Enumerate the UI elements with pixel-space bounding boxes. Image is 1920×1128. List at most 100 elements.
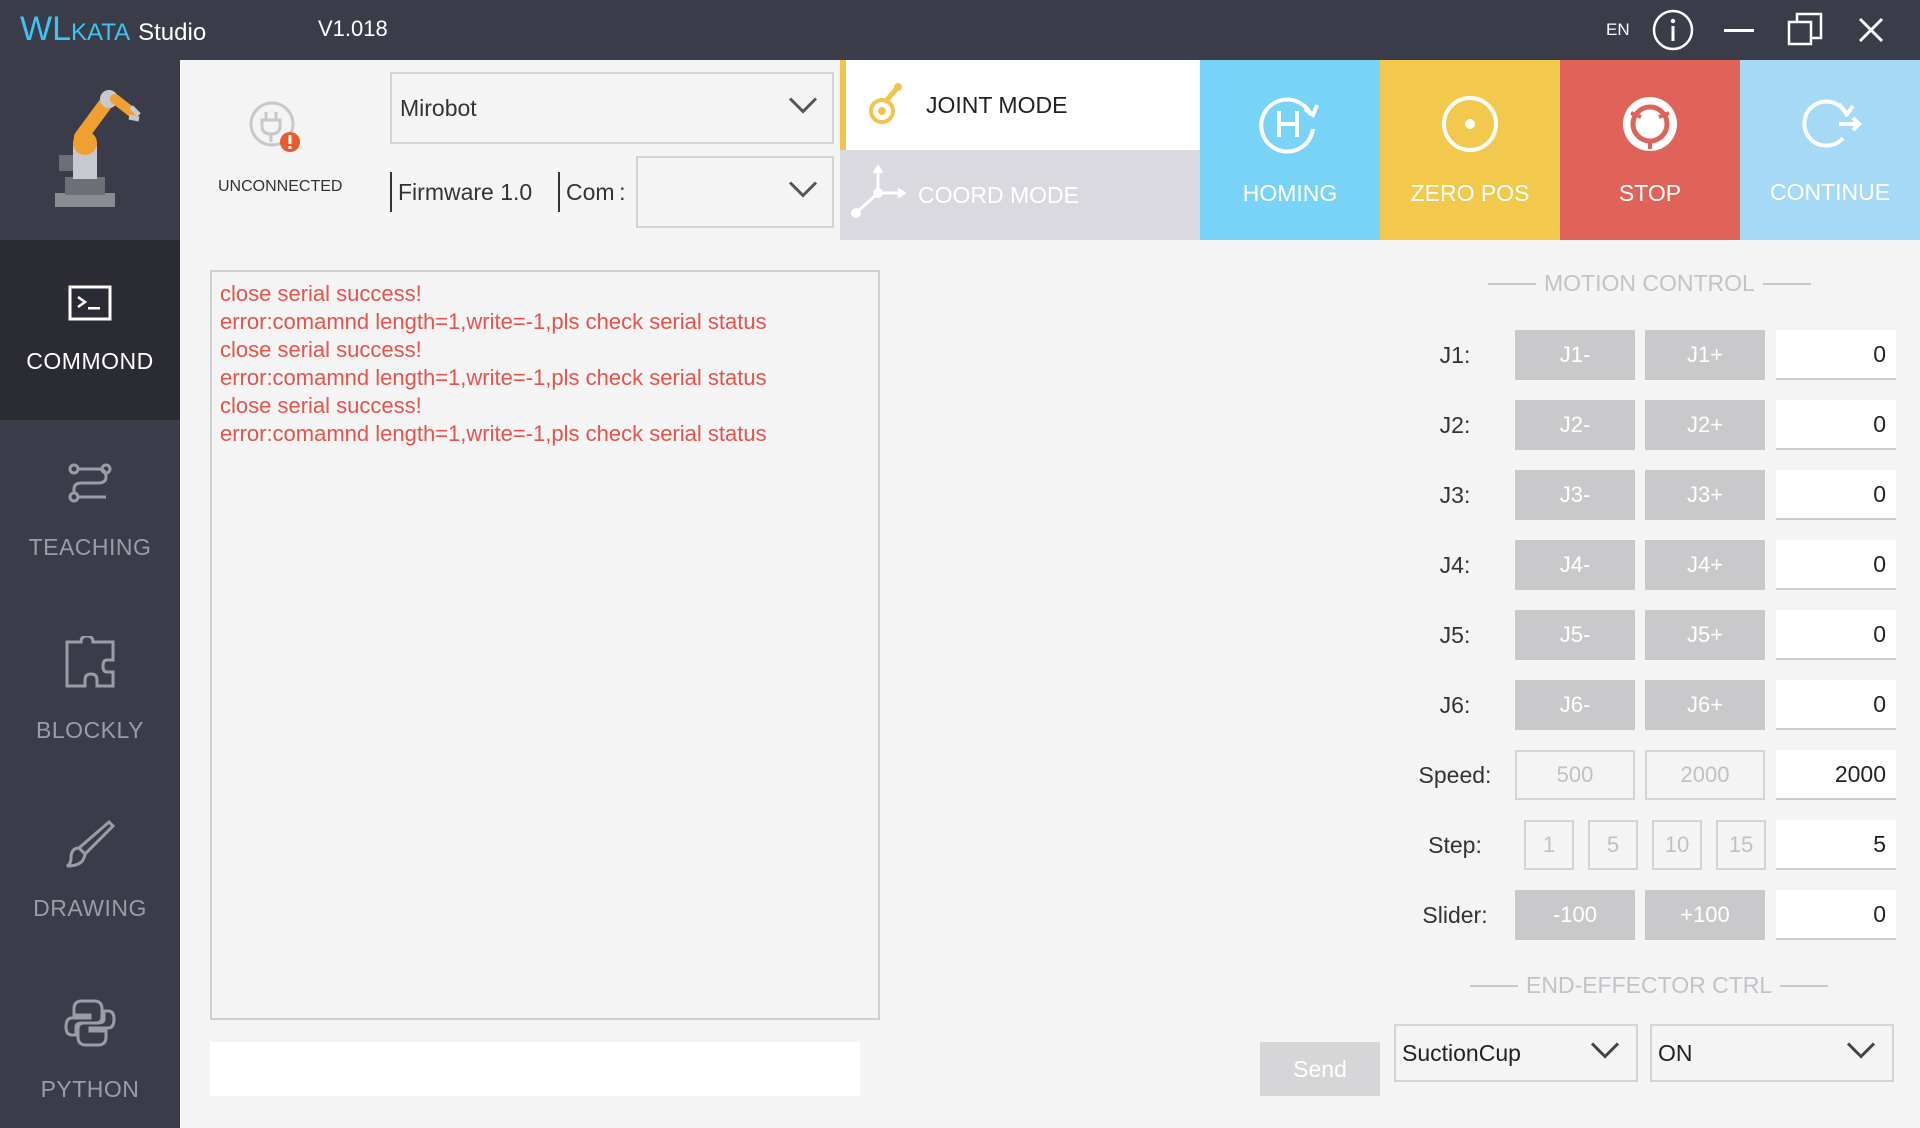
continue-label: CONTINUE <box>1769 179 1891 205</box>
terminal-icon <box>68 285 112 326</box>
zero-pos-label: ZERO POS <box>1410 180 1530 206</box>
j3-value[interactable]: 0 <box>1776 470 1896 520</box>
log-line: error:comamnd length=1,write=-1,pls chec… <box>220 309 767 334</box>
slider-plus-button[interactable]: +100 <box>1645 890 1765 940</box>
sidebar-item-commond[interactable]: COMMOND <box>0 240 180 420</box>
step-preset-10[interactable]: 10 <box>1652 820 1702 870</box>
speed-label: Speed: <box>1418 762 1492 788</box>
com-label: Com : <box>558 172 626 212</box>
joint-mode-label: JOINT MODE <box>926 91 1068 118</box>
info-icon[interactable] <box>1650 8 1696 52</box>
j4-value[interactable]: 0 <box>1776 540 1896 590</box>
app-logo: WL KATA Studio <box>20 10 206 50</box>
end-effector-label: END-EFFECTOR CTRL <box>1526 972 1773 998</box>
command-input[interactable] <box>210 1042 860 1096</box>
j3-plus-button[interactable]: J3+ <box>1645 470 1765 520</box>
coord-mode-tab[interactable]: COORD MODE <box>840 150 1200 240</box>
j4-minus-button[interactable]: J4- <box>1515 540 1635 590</box>
firmware-version: Firmware 1.0 <box>390 172 532 212</box>
homing-button[interactable]: HOMING <box>1200 60 1380 240</box>
title-bar: WL KATA Studio V1.018 EN <box>0 0 1920 60</box>
connection-status: UNCONNECTED <box>218 178 343 195</box>
logo-studio: Studio <box>138 19 207 46</box>
speed-preset-2000[interactable]: 2000 <box>1645 750 1765 800</box>
j5-minus-button[interactable]: J5- <box>1515 610 1635 660</box>
motion-control-title: MOTION CONTROL <box>1480 270 1819 297</box>
device-select-value: Mirobot <box>400 94 477 121</box>
step-preset-15[interactable]: 15 <box>1716 820 1766 870</box>
sidebar: COMMOND TEACHING BLOCKLY DRAWING PYTHON <box>0 60 180 1128</box>
sidebar-item-python[interactable]: PYTHON <box>0 960 180 1128</box>
end-effector-state-select[interactable]: ON <box>1650 1024 1894 1082</box>
device-select[interactable]: Mirobot <box>390 72 834 144</box>
joint-mode-tab[interactable]: JOINT MODE <box>840 60 1200 150</box>
j3-minus-button[interactable]: J3- <box>1515 470 1635 520</box>
end-effector-title: END-EFFECTOR CTRL <box>1462 972 1836 999</box>
j6-label: J6: <box>1439 692 1471 718</box>
sidebar-item-label: DRAWING <box>33 895 147 921</box>
log-line: close serial success! <box>220 393 422 418</box>
sidebar-item-drawing[interactable]: DRAWING <box>0 780 180 960</box>
speed-value[interactable]: 2000 <box>1776 750 1896 800</box>
coord-axes-icon <box>848 163 908 228</box>
com-port-select[interactable] <box>636 156 834 228</box>
j4-label: J4: <box>1439 552 1471 578</box>
plug-icon[interactable] <box>248 100 302 159</box>
j6-minus-button[interactable]: J6- <box>1515 680 1635 730</box>
log-line: error:comamnd length=1,write=-1,pls chec… <box>220 421 767 446</box>
sidebar-item-label: PYTHON <box>40 1076 140 1102</box>
logo-wl: WL <box>20 10 71 48</box>
slider-minus-button[interactable]: -100 <box>1515 890 1635 940</box>
sidebar-item-blockly[interactable]: BLOCKLY <box>0 600 180 780</box>
j5-plus-button[interactable]: J5+ <box>1645 610 1765 660</box>
stop-button[interactable]: STOP <box>1560 60 1740 240</box>
sidebar-item-teaching[interactable]: TEACHING <box>0 420 180 600</box>
continue-button[interactable]: CONTINUE <box>1740 60 1920 240</box>
speed-preset-500[interactable]: 500 <box>1515 750 1635 800</box>
homing-label: HOMING <box>1242 180 1338 206</box>
log-line: close serial success! <box>220 281 422 306</box>
step-preset-5[interactable]: 5 <box>1588 820 1638 870</box>
j1-minus-button[interactable]: J1- <box>1515 330 1635 380</box>
j5-value[interactable]: 0 <box>1776 610 1896 660</box>
j1-plus-button[interactable]: J1+ <box>1645 330 1765 380</box>
continue-icon <box>1795 94 1865 159</box>
j6-plus-button[interactable]: J6+ <box>1645 680 1765 730</box>
logo-kata: KATA <box>71 19 131 46</box>
log-line: error:comamnd length=1,write=-1,pls chec… <box>220 365 767 390</box>
homing-icon <box>1259 93 1321 160</box>
minimize-icon[interactable] <box>1716 8 1762 52</box>
route-icon <box>66 459 114 512</box>
close-icon[interactable] <box>1848 8 1894 52</box>
chevron-down-icon <box>1590 1042 1620 1065</box>
j3-label: J3: <box>1439 482 1471 508</box>
zero-pos-icon <box>1439 93 1501 160</box>
restore-icon[interactable] <box>1782 8 1828 52</box>
slider-value[interactable]: 0 <box>1776 890 1896 940</box>
j2-label: J2: <box>1439 412 1471 438</box>
j4-plus-button[interactable]: J4+ <box>1645 540 1765 590</box>
sidebar-item-label: BLOCKLY <box>36 717 144 743</box>
tool-select-value: SuctionCup <box>1402 1039 1521 1066</box>
zero-pos-button[interactable]: ZERO POS <box>1380 60 1560 240</box>
robot-arm-logo <box>0 60 180 240</box>
j6-value[interactable]: 0 <box>1776 680 1896 730</box>
console-log[interactable]: close serial success! error:comamnd leng… <box>210 270 880 1020</box>
j2-plus-button[interactable]: J2+ <box>1645 400 1765 450</box>
chevron-down-icon <box>788 181 818 204</box>
j1-label: J1: <box>1439 342 1471 368</box>
puzzle-icon <box>63 634 117 695</box>
j1-value[interactable]: 0 <box>1776 330 1896 380</box>
app-version: V1.018 <box>318 16 388 41</box>
state-select-value: ON <box>1658 1039 1693 1066</box>
j2-minus-button[interactable]: J2- <box>1515 400 1635 450</box>
step-label: Step: <box>1428 832 1482 858</box>
log-line: close serial success! <box>220 337 422 362</box>
step-value[interactable]: 5 <box>1776 820 1896 870</box>
step-preset-1[interactable]: 1 <box>1524 820 1574 870</box>
end-effector-tool-select[interactable]: SuctionCup <box>1394 1024 1638 1082</box>
send-button[interactable]: Send <box>1260 1042 1380 1096</box>
j2-value[interactable]: 0 <box>1776 400 1896 450</box>
language-switch[interactable]: EN <box>1606 20 1630 40</box>
chevron-down-icon <box>1846 1042 1876 1065</box>
